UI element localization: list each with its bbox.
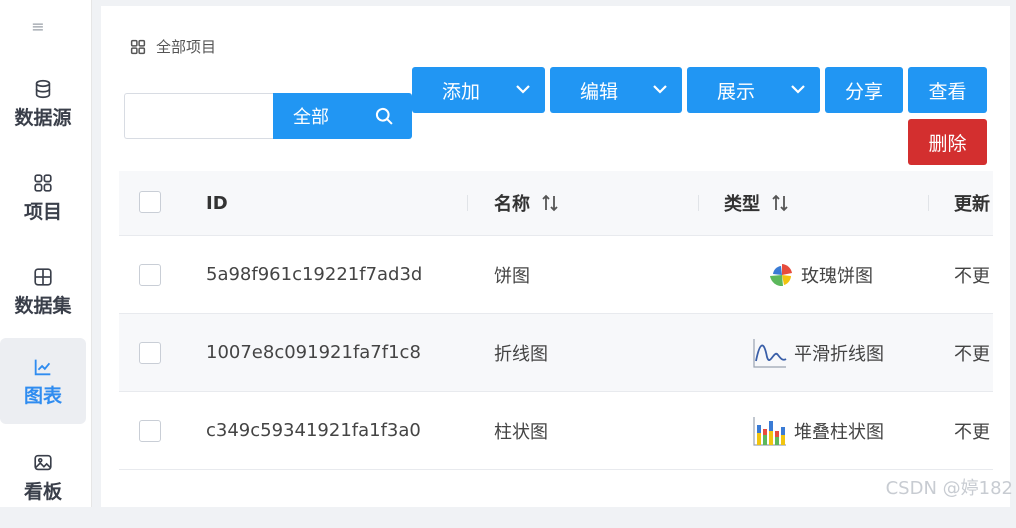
- sidebar-item-label: 看板: [23, 481, 62, 503]
- row-checkbox[interactable]: [139, 342, 161, 364]
- cell-type-label: 堆叠柱状图: [794, 421, 884, 443]
- sidebar-item-dashboard[interactable]: 看板: [0, 442, 86, 528]
- cell-type-label: 玫瑰饼图: [801, 265, 873, 287]
- delete-button[interactable]: 删除: [908, 119, 987, 165]
- watermark: CSDN @婷182: [885, 478, 1013, 499]
- sort-icon[interactable]: [540, 193, 560, 213]
- breadcrumb-label: 全部项目: [156, 38, 217, 56]
- stacked-bar-icon: [753, 416, 786, 446]
- cell-name: 折线图: [494, 343, 548, 365]
- grid-icon: [130, 39, 146, 54]
- cell-name: 柱状图: [494, 421, 548, 443]
- cell-id: 1007e8c091921fa7f1c8: [206, 342, 421, 363]
- select-all-checkbox[interactable]: [139, 191, 161, 213]
- column-header-updated[interactable]: 更新: [954, 171, 993, 235]
- column-header-id: ID: [206, 192, 228, 214]
- image-board-icon: [34, 454, 52, 471]
- cell-type: 玫瑰饼图: [769, 236, 873, 313]
- sidebar: ≡ 数据源 项目 数据集 图表 看板: [0, 0, 92, 507]
- grid-icon: [34, 174, 52, 192]
- cell-name: 饼图: [494, 265, 530, 287]
- share-button[interactable]: 分享: [825, 67, 903, 113]
- sidebar-item-label: 数据源: [14, 107, 72, 129]
- sidebar-item-project[interactable]: 项目: [0, 162, 86, 248]
- edit-button[interactable]: 编辑: [550, 67, 682, 113]
- menu-toggle-icon[interactable]: ≡: [29, 19, 47, 35]
- cell-id: c349c59341921fa1f3a0: [206, 420, 421, 441]
- sidebar-item-dataset[interactable]: 数据集: [0, 256, 86, 342]
- search-icon: [375, 107, 393, 125]
- search-button[interactable]: 全部: [273, 93, 412, 139]
- column-divider[interactable]: [698, 195, 699, 211]
- table-row[interactable]: 1007e8c091921fa7f1c8 折线图 平滑折线图 不更: [119, 314, 993, 392]
- breadcrumb[interactable]: 全部项目: [129, 36, 216, 57]
- cell-updated: 不更: [954, 343, 990, 365]
- chevron-down-icon[interactable]: [652, 83, 668, 95]
- cell-id: 5a98f961c19221f7ad3d: [206, 264, 423, 285]
- view-button[interactable]: 查看: [908, 67, 987, 113]
- main-panel: 全部项目 全部 添加 编辑 展示 分享 查看 删除 ID 名称 类型 更新 5a…: [101, 6, 1010, 507]
- column-divider[interactable]: [928, 195, 929, 211]
- display-button[interactable]: 展示: [687, 67, 820, 113]
- sidebar-item-datasource[interactable]: 数据源: [0, 68, 86, 154]
- sidebar-item-chart[interactable]: 图表: [0, 338, 86, 424]
- database-icon: [35, 79, 51, 99]
- cell-type-label: 平滑折线图: [794, 343, 884, 365]
- sidebar-item-label: 项目: [23, 201, 62, 223]
- rose-pie-icon: [770, 263, 792, 286]
- cell-type: 平滑折线图: [752, 314, 884, 391]
- search-scope-label: 全部: [293, 107, 329, 128]
- cell-type: 堆叠柱状图: [752, 392, 884, 469]
- column-header-type[interactable]: 类型: [724, 171, 790, 235]
- cell-updated: 不更: [954, 265, 990, 287]
- table-row[interactable]: 5a98f961c19221f7ad3d 饼图 玫瑰饼图 不更: [119, 236, 993, 314]
- sidebar-item-label: 图表: [23, 385, 62, 407]
- sort-icon[interactable]: [770, 193, 790, 213]
- smooth-line-icon: [753, 338, 787, 368]
- row-checkbox[interactable]: [139, 420, 161, 442]
- table-icon: [34, 268, 52, 286]
- line-chart-icon: [34, 359, 51, 376]
- row-checkbox[interactable]: [139, 264, 161, 286]
- sidebar-item-label: 数据集: [14, 295, 72, 317]
- add-button[interactable]: 添加: [412, 67, 545, 113]
- cell-updated: 不更: [954, 421, 990, 443]
- search-input[interactable]: [124, 93, 273, 139]
- column-divider[interactable]: [467, 195, 468, 211]
- chevron-down-icon[interactable]: [515, 83, 531, 95]
- table-row[interactable]: c349c59341921fa1f3a0 柱状图 堆叠柱状图 不更: [119, 392, 993, 470]
- chevron-down-icon[interactable]: [790, 83, 806, 95]
- column-header-name[interactable]: 名称: [494, 171, 560, 235]
- table-header: ID 名称 类型 更新: [119, 171, 993, 236]
